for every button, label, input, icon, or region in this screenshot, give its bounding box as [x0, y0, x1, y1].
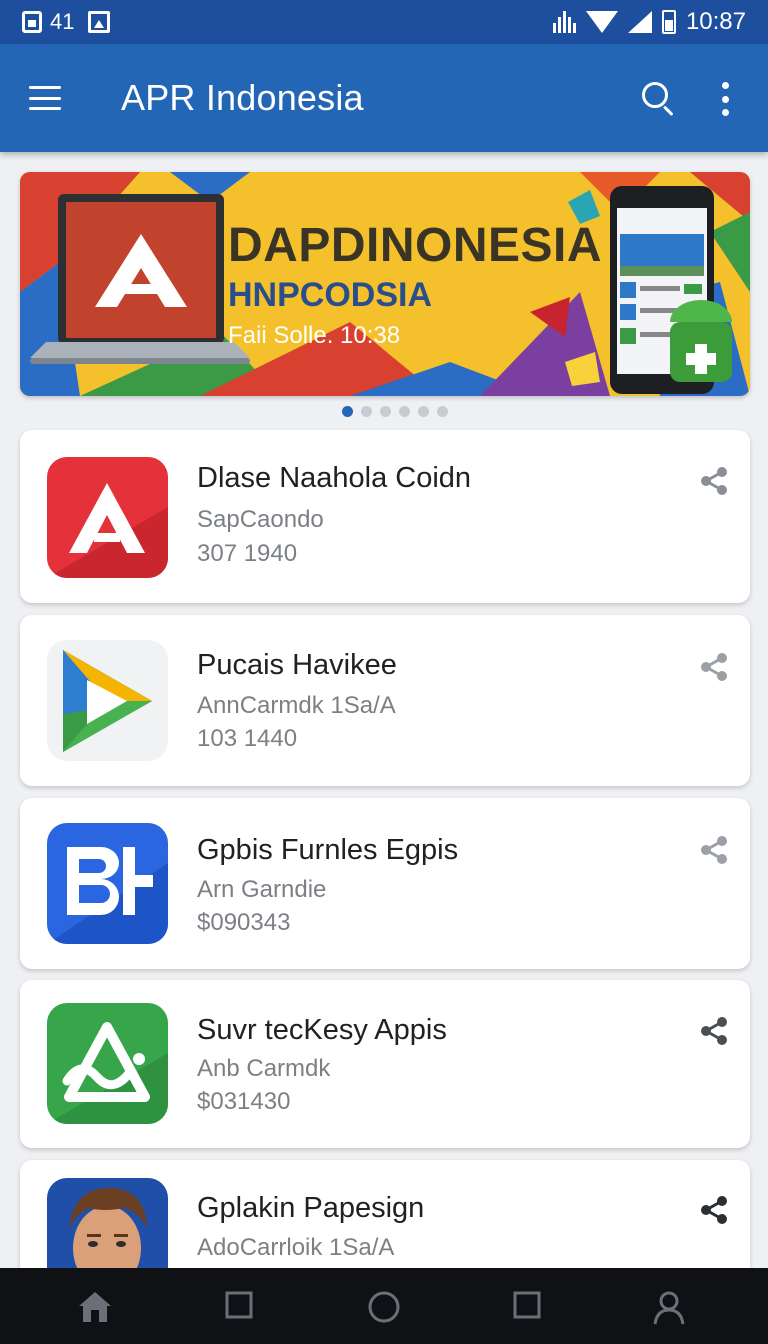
status-right: 10:87	[552, 8, 746, 36]
app-developer: AnnCarmdk 1Sa/A	[197, 692, 396, 719]
screen: 41 10:87 APR Indonesia DAPDINONESIA HNPC…	[0, 0, 768, 1344]
app-name: Dlase Naahola Coidn	[197, 462, 472, 494]
image-icon	[88, 11, 111, 33]
status-left: 41	[22, 9, 111, 35]
app-developer: Anb Carmdk	[197, 1055, 331, 1082]
banner-note: Faii Solle. 10:38	[228, 322, 401, 349]
recents-icon[interactable]	[512, 1290, 542, 1320]
cell-signal-icon	[627, 11, 652, 33]
app-name: Suvr tecKesy Appis	[197, 1014, 447, 1046]
app-meta: 307 1940	[197, 540, 298, 567]
notification-box-icon	[22, 11, 42, 33]
app-meta: $090343	[197, 909, 291, 936]
vibrate-icon	[552, 11, 576, 33]
banner-title: DAPDINONESIA	[228, 219, 603, 272]
app-meta: 103 1440	[197, 725, 298, 752]
share-icon[interactable]	[700, 652, 728, 682]
carousel-dot[interactable]	[418, 406, 429, 417]
green-triangle-logo-icon	[47, 1003, 168, 1124]
home-icon[interactable]	[77, 1290, 113, 1324]
play-store-logo-icon	[47, 640, 168, 761]
menu-icon[interactable]	[29, 86, 61, 110]
wifi-icon	[585, 11, 618, 33]
carousel-indicator	[0, 406, 768, 417]
share-icon[interactable]	[700, 1016, 728, 1046]
navigation-bar	[0, 1268, 768, 1344]
share-icon[interactable]	[700, 1195, 728, 1225]
more-icon[interactable]	[720, 82, 730, 116]
carousel-dot[interactable]	[399, 406, 410, 417]
carousel-dot[interactable]	[437, 406, 448, 417]
app-developer: SapCaondo	[197, 506, 324, 533]
app-developer: Arn Garndie	[197, 876, 327, 903]
app-title: APR Indonesia	[121, 77, 364, 118]
carousel-dot[interactable]	[380, 406, 391, 417]
red-a-logo-icon	[47, 457, 168, 578]
promo-banner[interactable]: DAPDINONESIA HNPCODSIA Faii Solle. 10:38	[20, 172, 750, 396]
app-card[interactable]: Dlase Naahola Coidn SapCaondo 307 1940	[20, 430, 750, 603]
app-card[interactable]: Pucais Havikee AnnCarmdk 1Sa/A 103 1440	[20, 615, 750, 786]
status-bar: 41 10:87	[0, 0, 768, 44]
app-name: Gpbis Furnles Egpis	[197, 834, 459, 866]
profile-icon[interactable]	[652, 1290, 686, 1326]
app-name: Gplakin Papesign	[197, 1192, 425, 1224]
notification-count: 41	[50, 9, 75, 34]
search-icon[interactable]	[642, 82, 676, 117]
app-meta: $031430	[197, 1088, 291, 1115]
carousel-dot[interactable]	[361, 406, 372, 417]
app-name: Pucais Havikee	[197, 649, 397, 681]
carousel-dot[interactable]	[342, 406, 353, 417]
status-time: 10:87	[685, 8, 746, 35]
app-bar: APR Indonesia	[0, 44, 768, 152]
share-icon[interactable]	[700, 466, 728, 496]
share-icon[interactable]	[700, 835, 728, 865]
app-card[interactable]: Gpbis Furnles Egpis Arn Garndie $090343	[20, 798, 750, 969]
circle-icon[interactable]	[367, 1290, 401, 1324]
square-icon[interactable]	[224, 1290, 254, 1320]
app-developer: AdoCarrloik 1Sa/A	[197, 1234, 395, 1261]
battery-icon	[661, 10, 676, 34]
app-card[interactable]: Suvr tecKesy Appis Anb Carmdk $031430	[20, 980, 750, 1148]
banner-subtitle: HNPCODSIA	[228, 276, 433, 314]
bh-logo-icon	[47, 823, 168, 944]
